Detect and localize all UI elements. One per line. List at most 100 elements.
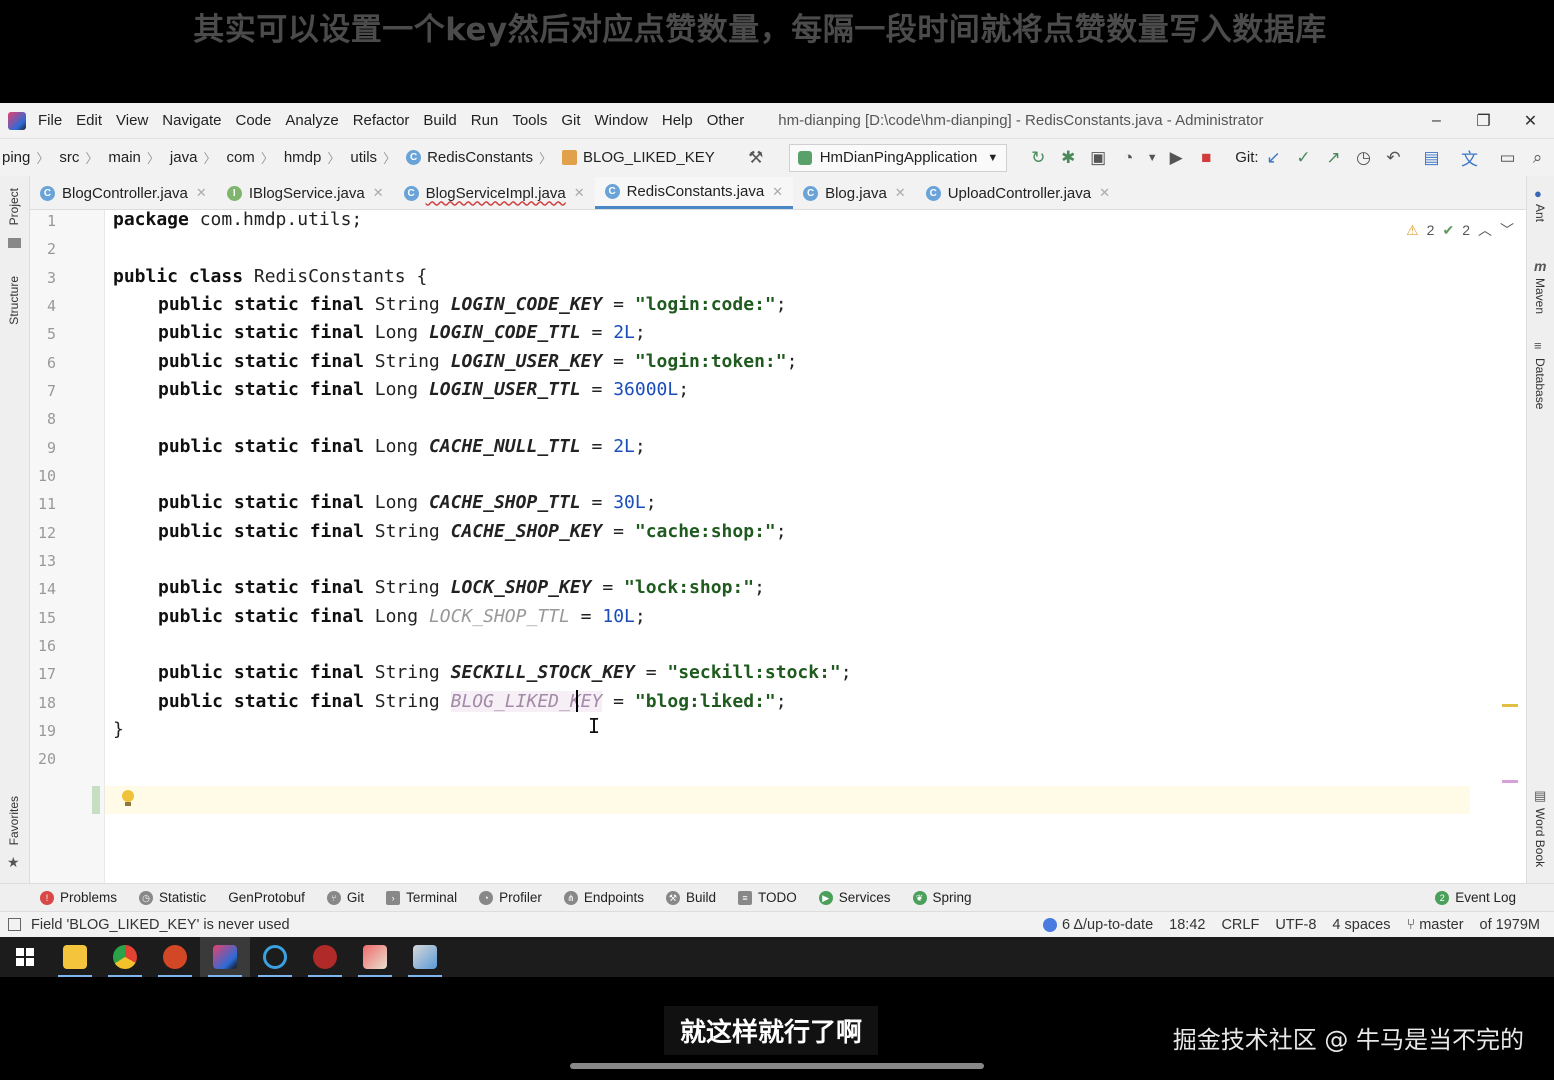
build-hammer-icon[interactable]: ⚒ [741,143,771,173]
stop-icon[interactable]: ■ [1191,143,1221,173]
project-structure-icon[interactable]: ▤ [1417,143,1447,173]
tool-window-maven[interactable]: Maven [1533,278,1547,314]
indent-setting[interactable]: 4 spaces [1332,917,1390,933]
history-icon[interactable]: ◷ [1349,143,1379,173]
menu-other[interactable]: Other [707,112,745,129]
tool-todo[interactable]: ≡ TODO [737,890,797,905]
tab-blogcontroller[interactable]: C BlogController.java ✕ [30,177,217,209]
inspection-widget[interactable]: ⚠ 2 ✔ 2 ︿ ﹀ [1406,220,1514,240]
file-encoding[interactable]: UTF-8 [1275,917,1316,933]
close-icon[interactable]: ✕ [772,184,783,200]
line-separator[interactable]: CRLF [1221,917,1259,933]
taskbar-intellij[interactable] [200,937,250,977]
tool-git[interactable]: ⑂ Git [326,890,364,905]
menu-window[interactable]: Window [595,112,648,129]
tool-spring[interactable]: ❦ Spring [912,890,972,905]
breadcrumb-class[interactable]: RedisConstants [427,149,533,166]
breadcrumb-main[interactable]: main [108,149,141,166]
tool-event-log[interactable]: 2 Event Log [1435,890,1516,905]
caret-position[interactable]: 18:42 [1169,917,1205,933]
breadcrumb-src[interactable]: src [59,149,79,166]
breadcrumb-hmdp[interactable]: hmdp [284,149,322,166]
tab-blog[interactable]: C Blog.java ✕ [793,177,916,209]
chevron-down-icon[interactable]: ﹀ [1500,220,1514,240]
coverage-icon[interactable]: ▣ [1083,143,1113,173]
close-icon[interactable]: ✕ [574,185,585,201]
breadcrumb-project[interactable]: ping [2,149,30,166]
taskbar-chrome[interactable] [100,937,150,977]
tool-profiler[interactable]: ◔ Profiler [479,890,542,905]
tab-uploadcontroller[interactable]: C UploadController.java ✕ [916,177,1120,209]
menu-code[interactable]: Code [235,112,271,129]
close-icon[interactable]: ✕ [1507,103,1554,138]
git-commit-icon[interactable]: ✓ [1289,143,1319,173]
scroll-marker[interactable] [1502,780,1518,783]
close-icon[interactable]: ✕ [196,185,207,201]
menu-build[interactable]: Build [423,112,456,129]
presentation-icon[interactable]: ▭ [1493,143,1523,173]
menu-file[interactable]: File [38,112,62,129]
code-editor[interactable]: 1 2 3 4 5 6 7 8 9 10 11 12 13 14 15 16 1… [30,209,1526,883]
vcs-status[interactable]: 6 Δ/up-to-date [1043,917,1153,933]
taskbar-powerpoint[interactable] [150,937,200,977]
tool-build[interactable]: ⚒ Build [665,890,716,905]
git-push-icon[interactable]: ↗ [1319,143,1349,173]
tab-redisconstants[interactable]: C RedisConstants.java ✕ [594,177,794,209]
profile-icon[interactable]: ◔ [1113,143,1143,173]
tool-window-project[interactable]: Project [7,188,21,225]
tool-window-word-book[interactable]: Word Book [1533,808,1547,867]
git-branch[interactable]: ⑂ master [1406,917,1463,933]
tool-genprotobuf[interactable]: GenProtobuf [228,890,305,905]
memory-indicator[interactable]: of 1979M [1480,917,1540,933]
resume-icon[interactable]: ▶ [1161,143,1191,173]
tab-blogserviceimpl[interactable]: C BlogServiceImpl.java ✕ [394,177,595,209]
breadcrumb-utils[interactable]: utils [350,149,377,166]
close-icon[interactable]: ✕ [895,185,906,201]
chevron-up-icon[interactable]: ︿ [1478,220,1492,240]
breadcrumb-field[interactable]: BLOG_LIKED_KEY [583,149,715,166]
code-content[interactable]: package com.hmdp.utils; public class Red… [113,209,1493,883]
breadcrumb-com[interactable]: com [226,149,254,166]
home-indicator[interactable] [570,1063,984,1069]
restore-icon[interactable]: ❐ [1460,103,1507,138]
tool-terminal[interactable]: › Terminal [386,890,457,905]
debug-icon[interactable]: ✱ [1053,143,1083,173]
taskbar-app-5[interactable] [250,937,300,977]
menu-help[interactable]: Help [662,112,693,129]
tool-services[interactable]: ▶ Services [818,890,891,905]
scroll-marker[interactable] [1502,704,1518,707]
tool-problems[interactable]: ! Problems [40,890,117,905]
breadcrumb-java[interactable]: java [170,149,198,166]
close-icon[interactable]: ✕ [1099,185,1110,201]
menu-edit[interactable]: Edit [76,112,102,129]
menu-run[interactable]: Run [471,112,499,129]
tool-window-ant[interactable]: Ant [1533,204,1547,222]
menu-navigate[interactable]: Navigate [162,112,221,129]
start-button[interactable] [0,937,50,977]
translate-icon[interactable]: 文 [1455,143,1485,173]
tab-iblogservice[interactable]: I IBlogService.java ✕ [217,177,394,209]
close-icon[interactable]: ✕ [373,185,384,201]
tool-statistic[interactable]: ◷ Statistic [139,890,206,905]
minimize-icon[interactable]: – [1413,103,1460,138]
git-update-icon[interactable]: ↙ [1259,143,1289,173]
taskbar-app-8[interactable] [400,937,450,977]
run-configuration-select[interactable]: HmDianPingApplication ▼ [788,143,1008,172]
menu-analyze[interactable]: Analyze [285,112,338,129]
tool-endpoints[interactable]: ⋔ Endpoints [563,890,644,905]
rerun-icon[interactable]: ↻ [1023,143,1053,173]
chevron-down-icon[interactable]: ▼ [1143,143,1161,173]
menu-git[interactable]: Git [561,112,580,129]
tool-window-structure[interactable]: Structure [7,276,21,325]
layout-icon[interactable] [8,918,21,931]
taskbar-redis[interactable] [300,937,350,977]
menu-tools[interactable]: Tools [512,112,547,129]
menu-view[interactable]: View [116,112,148,129]
tool-window-database[interactable]: Database [1533,358,1547,409]
rollback-icon[interactable]: ↶ [1379,143,1409,173]
tool-window-favorites[interactable]: Favorites [7,796,21,845]
search-icon[interactable]: ⌕ [1523,143,1553,173]
taskbar-app-7[interactable] [350,937,400,977]
menu-refactor[interactable]: Refactor [353,112,410,129]
taskbar-file-explorer[interactable] [50,937,100,977]
